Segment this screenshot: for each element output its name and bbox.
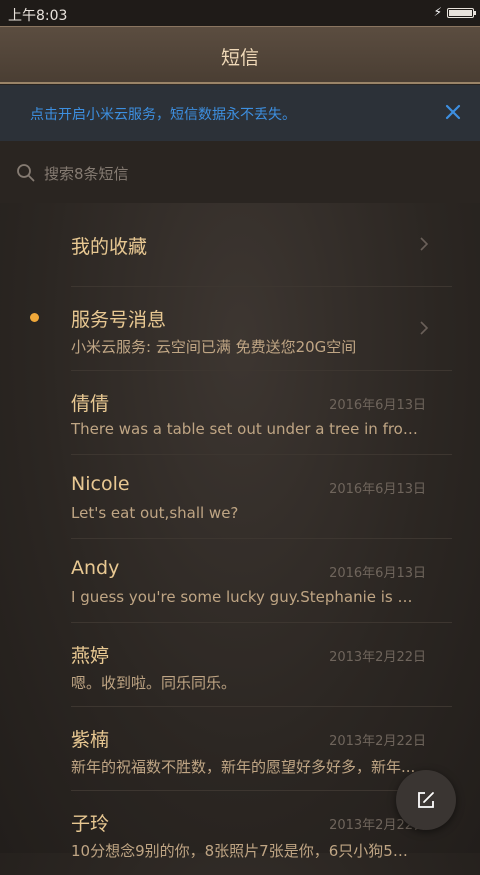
- chevron-right-icon: [420, 237, 429, 251]
- status-time: 上午8:03: [8, 8, 68, 24]
- compose-button[interactable]: [396, 770, 456, 830]
- conversation-date: 2013年2月22日: [329, 650, 426, 665]
- conversation-preview: Let's eat out,shall we?: [71, 504, 239, 522]
- conversation-date: 2016年6月13日: [329, 566, 426, 581]
- conversation-preview: There was a table set out under a tree i…: [71, 420, 420, 438]
- conversation-item[interactable]: 燕婷 2013年2月22日 嗯。收到啦。同乐同乐。: [0, 623, 480, 707]
- conversation-date: 2013年2月22日: [329, 734, 426, 749]
- conversation-name: 燕婷: [71, 645, 110, 667]
- battery-icon: [447, 8, 476, 18]
- conversation-item[interactable]: Andy 2016年6月13日 I guess you're some luck…: [0, 539, 480, 623]
- close-icon[interactable]: [440, 99, 466, 125]
- page-title: 短信: [220, 47, 259, 69]
- conversation-name: Andy: [71, 557, 120, 579]
- search-input[interactable]: 搜索8条短信: [44, 163, 129, 184]
- conversation-preview: 嗯。收到啦。同乐同乐。: [71, 674, 237, 692]
- conversation-preview: 新年的祝福数不胜数，新年的愿望好多好多，新年...: [71, 758, 416, 776]
- conversation-item[interactable]: Nicole 2016年6月13日 Let's eat out,shall we…: [0, 455, 480, 539]
- conversation-name: 倩倩: [71, 393, 110, 415]
- banner-text[interactable]: 点击开启小米云服务，短信数据永不丢失。: [30, 104, 296, 124]
- status-bar: 上午8:03 ⚡: [0, 0, 480, 26]
- charging-icon: ⚡: [433, 5, 442, 19]
- favorites-label: 我的收藏: [71, 236, 148, 258]
- conversation-name: 服务号消息: [71, 309, 167, 331]
- conversation-date: 2016年6月13日: [329, 482, 426, 497]
- conversation-preview: I guess you're some lucky guy.Stephanie …: [71, 588, 420, 606]
- compose-icon: [418, 792, 434, 808]
- conversation-name: 紫楠: [71, 729, 110, 751]
- chevron-right-icon: [420, 321, 429, 335]
- search-bar[interactable]: 搜索8条短信: [0, 141, 480, 203]
- favorites-item[interactable]: 我的收藏: [0, 203, 480, 287]
- unread-dot: [30, 313, 39, 322]
- service-messages-item[interactable]: 服务号消息 小米云服务: 云空间已满 免费送您20G空间: [0, 287, 480, 371]
- cloud-service-banner[interactable]: 点击开启小米云服务，短信数据永不丢失。: [0, 85, 480, 141]
- conversation-name: Nicole: [71, 473, 130, 495]
- search-icon: [17, 164, 35, 182]
- message-list: 我的收藏 服务号消息 小米云服务: 云空间已满 免费送您20G空间 倩倩 201…: [0, 203, 480, 875]
- conversation-item[interactable]: 倩倩 2016年6月13日 There was a table set out …: [0, 371, 480, 455]
- conversation-name: 子玲: [71, 813, 110, 835]
- conversation-preview: 10分想念9别的你，8张照片7张是你，6只小狗5只...: [71, 842, 420, 860]
- title-bar: 短信: [0, 26, 480, 84]
- conversation-preview: 小米云服务: 云空间已满 免费送您20G空间: [71, 338, 357, 356]
- battery-fill: [449, 10, 472, 16]
- conversation-date: 2016年6月13日: [329, 398, 426, 413]
